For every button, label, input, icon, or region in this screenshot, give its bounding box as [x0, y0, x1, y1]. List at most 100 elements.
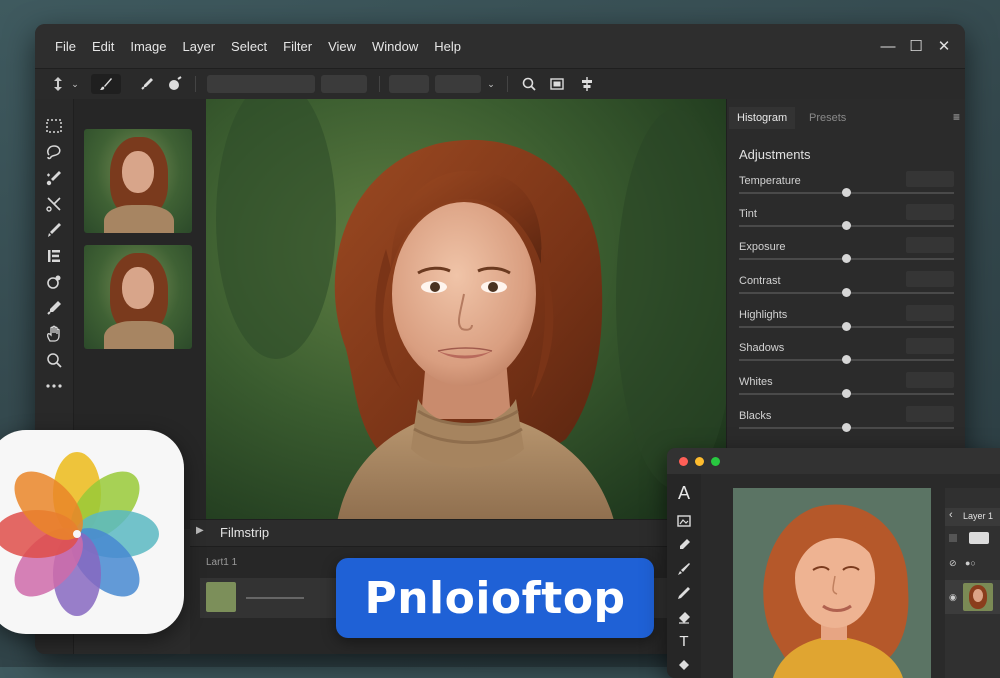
slider-handle[interactable]: [842, 322, 851, 331]
slider-handle[interactable]: [842, 188, 851, 197]
adjustment-label: Tint: [739, 208, 757, 220]
filmstrip-header[interactable]: ▶ Filmstrip: [190, 520, 726, 547]
adjustment-value-field[interactable]: [906, 372, 954, 388]
photo-thumbnail[interactable]: [84, 245, 192, 349]
quick-select-icon[interactable]: [43, 167, 65, 189]
eye-icon[interactable]: ◉: [949, 592, 957, 603]
lasso-tool-icon[interactable]: [43, 141, 65, 163]
adjustment-value-field[interactable]: [906, 237, 954, 253]
layers-panel-header[interactable]: ‹ Layer 1: [945, 508, 1000, 526]
chevron-down-icon[interactable]: ⌄: [69, 74, 81, 94]
screen-mode-icon[interactable]: [547, 74, 567, 94]
adjustment-shadows: Shadows: [739, 338, 954, 374]
zoom-tool-icon[interactable]: [43, 349, 65, 371]
more-tools-icon[interactable]: [43, 375, 65, 397]
brush-tool-icon[interactable]: [675, 560, 693, 578]
menu-layer[interactable]: Layer: [175, 39, 224, 54]
adjustment-label: Exposure: [739, 241, 786, 253]
crop-tool-icon[interactable]: [43, 193, 65, 215]
adjustment-label: Blacks: [739, 410, 772, 422]
layer-mask-thumbnail[interactable]: [969, 532, 989, 544]
filmstrip-progress-line: [246, 597, 304, 599]
adjustment-blacks: Blacks: [739, 406, 954, 442]
adjustment-value-field[interactable]: [906, 271, 954, 287]
close-button[interactable]: ✕: [937, 38, 951, 55]
adjustment-value-field[interactable]: [906, 406, 954, 422]
hand-tool-icon[interactable]: [43, 323, 65, 345]
type-tool-icon[interactable]: T: [675, 632, 693, 650]
toolbar-divider: [195, 76, 196, 92]
adjustment-label: Shadows: [739, 342, 785, 354]
menu-help[interactable]: Help: [426, 39, 469, 54]
minimize-button[interactable]: —: [881, 38, 896, 55]
panel-menu-icon[interactable]: ≡: [953, 110, 960, 124]
slider-handle[interactable]: [842, 423, 851, 432]
maximize-button[interactable]: ☐: [909, 38, 923, 55]
photo-thumbnail[interactable]: [84, 129, 192, 233]
image-tool-icon[interactable]: [675, 512, 693, 530]
filmstrip-thumbnail[interactable]: [206, 582, 236, 612]
adjustment-value-field[interactable]: [906, 338, 954, 354]
layer-row[interactable]: ◉: [945, 580, 1000, 614]
slider-handle[interactable]: [842, 254, 851, 263]
zoom-traffic-light[interactable]: [711, 457, 720, 466]
flow-field[interactable]: [435, 75, 481, 93]
brush-hardness-field[interactable]: [321, 75, 367, 93]
menu-select[interactable]: Select: [223, 39, 275, 54]
eyedropper-icon[interactable]: [137, 74, 157, 94]
link-icon[interactable]: ⊘: [949, 558, 957, 569]
chevron-down-icon[interactable]: ⌄: [485, 74, 497, 94]
healing-brush-icon[interactable]: [165, 74, 185, 94]
expand-arrow-icon[interactable]: ▶: [196, 525, 204, 536]
adjustment-value-field[interactable]: [906, 171, 954, 187]
illustration-canvas[interactable]: [733, 488, 931, 678]
brush-tool-icon[interactable]: [91, 74, 121, 94]
chevron-left-icon[interactable]: ‹: [949, 509, 953, 521]
adjustment-highlights: Highlights: [739, 305, 954, 341]
opacity-field[interactable]: [389, 75, 429, 93]
layer-visibility-icon[interactable]: [949, 534, 957, 542]
close-traffic-light[interactable]: [679, 457, 688, 466]
pencil-tool-icon[interactable]: [675, 584, 693, 602]
minimize-traffic-light[interactable]: [695, 457, 704, 466]
marquee-tool-icon[interactable]: [43, 115, 65, 137]
blur-tool-icon[interactable]: [43, 271, 65, 293]
tab-presets[interactable]: Presets: [801, 107, 854, 129]
menu-window[interactable]: Window: [364, 39, 426, 54]
slider-handle[interactable]: [842, 355, 851, 364]
tab-histogram[interactable]: Histogram: [729, 107, 796, 129]
menu-bar: File Edit Image Layer Select Filter View…: [35, 24, 965, 68]
adjustment-layer-icon[interactable]: ●○: [965, 558, 976, 568]
stamp-tool-icon[interactable]: [43, 245, 65, 267]
adjustment-value-field[interactable]: [906, 305, 954, 321]
align-icon[interactable]: [577, 74, 597, 94]
menu-image[interactable]: Image: [122, 39, 174, 54]
shape-tool-icon[interactable]: [675, 656, 693, 674]
adjustment-label: Highlights: [739, 309, 788, 321]
photos-app-icon[interactable]: [0, 430, 184, 634]
slider-handle[interactable]: [842, 389, 851, 398]
brush-tool-icon[interactable]: [43, 219, 65, 241]
slider-handle[interactable]: [842, 221, 851, 230]
eraser-tool-icon[interactable]: [675, 608, 693, 626]
menu-filter[interactable]: Filter: [275, 39, 320, 54]
text-tool-icon[interactable]: A: [675, 483, 693, 503]
eyedropper-tool-icon[interactable]: [43, 297, 65, 319]
menu-list: File Edit Image Layer Select Filter View…: [47, 24, 469, 68]
eyedropper-tool-icon[interactable]: [675, 536, 693, 554]
layers-title: Layer 1: [963, 511, 994, 521]
menu-view[interactable]: View: [320, 39, 364, 54]
window-controls: — ☐ ✕: [881, 24, 951, 68]
menu-file[interactable]: File: [47, 39, 84, 54]
adjustments-panel: Histogram Presets ≡ Adjustments Temperat…: [726, 99, 965, 474]
brush-size-field[interactable]: [207, 75, 315, 93]
move-arrows-icon[interactable]: [49, 74, 67, 94]
portrait-photo: [206, 99, 726, 529]
photo-canvas[interactable]: [206, 99, 726, 529]
zoom-icon[interactable]: [519, 74, 539, 94]
adjustment-value-field[interactable]: [906, 204, 954, 220]
filmstrip-title: Filmstrip: [220, 525, 270, 540]
menu-edit[interactable]: Edit: [84, 39, 122, 54]
slider-handle[interactable]: [842, 288, 851, 297]
adjustment-temperature: Temperature: [739, 171, 954, 207]
